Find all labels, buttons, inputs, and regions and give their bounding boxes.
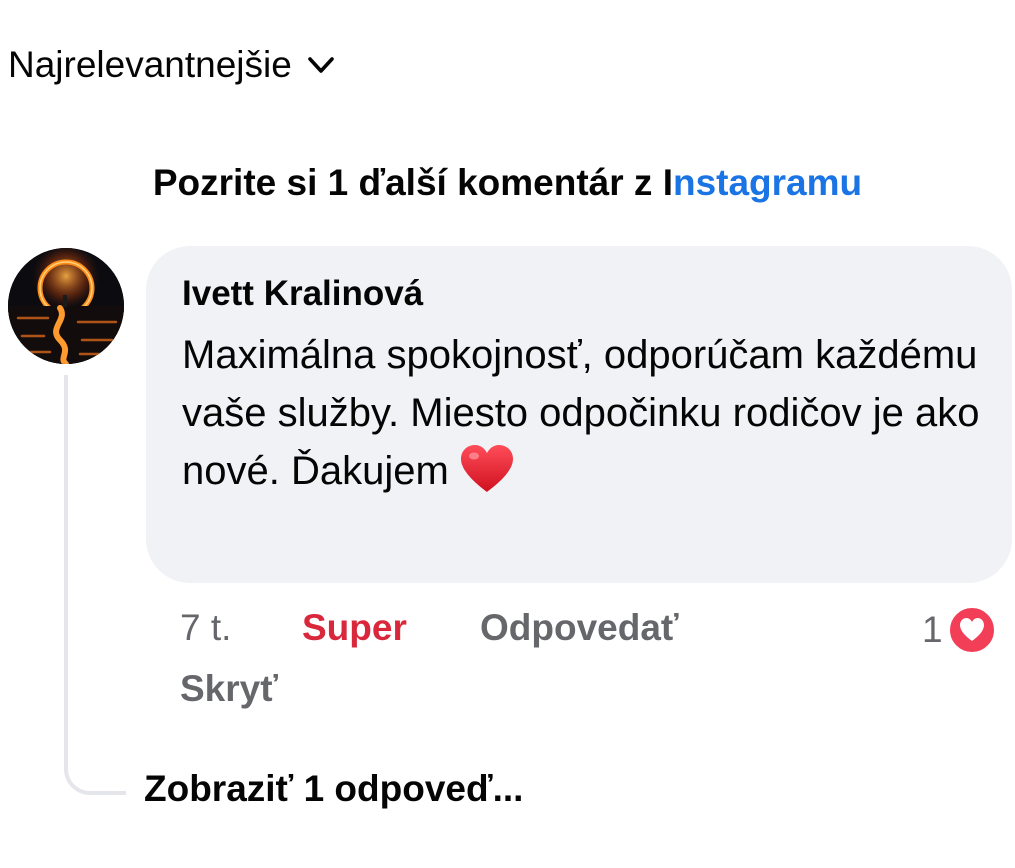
- comment-text: Maximálna spokojnosť, odporúčam každému …: [182, 333, 980, 493]
- reaction-count: 1: [922, 609, 943, 650]
- comment-author[interactable]: Ivett Kralinová: [182, 272, 976, 316]
- instagram-link-text[interactable]: nstagramu: [673, 162, 862, 203]
- comment-text-container: Maximálna spokojnosť, odporúčam každému …: [182, 326, 982, 500]
- comment-timestamp: 7 t.: [180, 607, 232, 648]
- sort-dropdown[interactable]: Najrelevantnejšie: [8, 40, 336, 90]
- avatar[interactable]: [8, 248, 124, 364]
- reply-button[interactable]: Odpovedať: [480, 603, 679, 653]
- instagram-comments-link[interactable]: Pozrite si 1 ďalší komentár z Instagramu: [0, 158, 1015, 208]
- love-reaction-icon: [947, 606, 996, 654]
- comments-section: Najrelevantnejšie Pozrite si 1 ďalší kom…: [0, 0, 1015, 868]
- sort-label: Najrelevantnejšie: [8, 44, 292, 85]
- reaction-button[interactable]: Super: [302, 603, 407, 653]
- reaction-summary[interactable]: 1: [922, 605, 997, 655]
- comment-bubble: Ivett Kralinová Maximálna spokojnosť, od…: [146, 246, 1012, 583]
- heart-icon: [460, 445, 513, 492]
- view-replies-link[interactable]: Zobraziť 1 odpoveď...: [144, 764, 523, 814]
- hide-button[interactable]: Skryť: [180, 664, 278, 714]
- avatar-image: [8, 248, 124, 364]
- instagram-link-lead: Pozrite si 1 ďalší komentár z I: [152, 162, 673, 203]
- chevron-down-icon: [308, 57, 334, 73]
- thread-connector-line: [64, 375, 126, 795]
